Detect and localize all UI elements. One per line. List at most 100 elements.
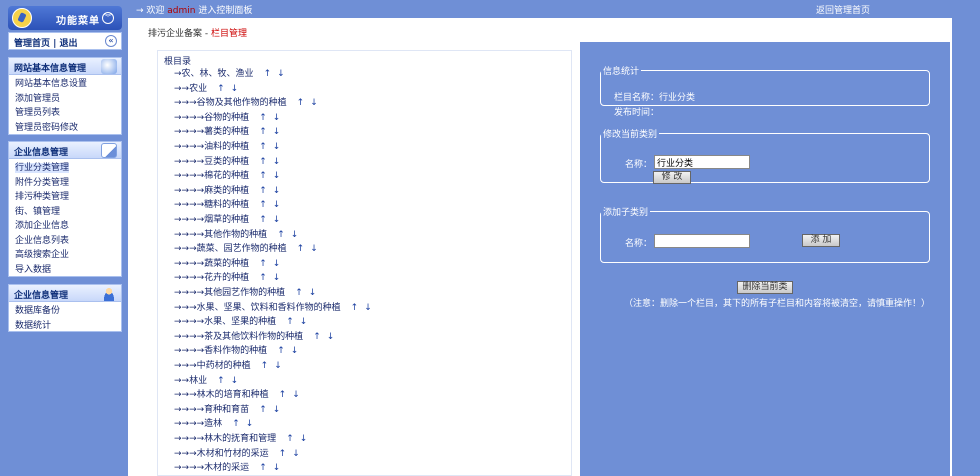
collapse-icon[interactable]: «	[105, 35, 117, 47]
back-home-link[interactable]: 返回管理首页	[816, 3, 870, 16]
tree-row-label[interactable]: 糖料的种植	[204, 200, 249, 210]
move-up-icon[interactable]: ↑	[259, 113, 269, 123]
modify-button[interactable]: 修 改	[653, 171, 691, 184]
tree-row-label[interactable]: 林木的培育和种植	[197, 390, 269, 400]
tree-row-label[interactable]: 薯类的种植	[204, 127, 249, 137]
sidebar-item-add-enterprise[interactable]: 添加企业信息	[15, 219, 121, 234]
move-down-icon[interactable]: ↓	[364, 303, 374, 313]
move-down-icon[interactable]: ↓	[300, 317, 310, 327]
move-up-icon[interactable]: ↑	[259, 273, 269, 283]
sidebar-item-statistics[interactable]: 数据统计	[15, 319, 121, 334]
move-down-icon[interactable]: ↓	[277, 69, 287, 79]
move-down-icon[interactable]: ↓	[273, 142, 283, 152]
sidebar-item-admin-list[interactable]: 管理员列表	[15, 106, 121, 121]
move-up-icon[interactable]: ↑	[259, 127, 269, 137]
tree-row-label[interactable]: 棉花的种植	[204, 171, 249, 181]
tree-row-label[interactable]: 农业	[189, 84, 207, 94]
tree-row-label[interactable]: 造林	[204, 419, 222, 429]
move-up-icon[interactable]: ↑	[259, 215, 269, 225]
tree-row-label[interactable]: 花卉的种植	[204, 273, 249, 283]
tree-row-label[interactable]: 油料的种植	[204, 142, 249, 152]
tree-row-label[interactable]: 木材的采运	[204, 463, 249, 473]
sidebar-item-site-settings[interactable]: 网站基本信息设置	[15, 77, 121, 92]
move-up-icon[interactable]: ↑	[297, 244, 307, 254]
move-down-icon[interactable]: ↓	[292, 449, 302, 459]
move-down-icon[interactable]: ↓	[310, 244, 320, 254]
control-panel-link[interactable]: 进入控制面板	[198, 6, 252, 16]
manager-links[interactable]: 管理首页 | 退出	[14, 39, 78, 49]
tree-row-label[interactable]: 中药材的种植	[197, 361, 251, 371]
tree-row-label[interactable]: 林业	[189, 376, 207, 386]
move-down-icon[interactable]: ↓	[273, 113, 283, 123]
move-down-icon[interactable]: ↓	[231, 376, 241, 386]
move-up-icon[interactable]: ↑	[217, 376, 227, 386]
move-down-icon[interactable]: ↓	[273, 157, 283, 167]
sidebar-item-enterprise-list[interactable]: 企业信息列表	[15, 234, 121, 249]
move-down-icon[interactable]: ↓	[309, 288, 319, 298]
move-down-icon[interactable]: ↓	[274, 361, 284, 371]
sidebar-item-street-town[interactable]: 街、镇管理	[15, 205, 121, 220]
move-up-icon[interactable]: ↑	[286, 434, 296, 444]
move-up-icon[interactable]: ↑	[259, 171, 269, 181]
move-up-icon[interactable]: ↑	[259, 157, 269, 167]
move-up-icon[interactable]: ↑	[351, 303, 361, 313]
move-down-icon[interactable]: ↓	[300, 434, 310, 444]
move-up-icon[interactable]: ↑	[259, 186, 269, 196]
move-down-icon[interactable]: ↓	[273, 127, 283, 137]
tree-row-label[interactable]: 蔬菜的种植	[204, 259, 249, 269]
tree-row-label[interactable]: 豆类的种植	[204, 157, 249, 167]
sidebar-item-db-backup[interactable]: 数据库备份	[15, 304, 121, 319]
move-down-icon[interactable]: ↓	[291, 346, 301, 356]
move-up-icon[interactable]: ↑	[277, 230, 287, 240]
move-up-icon[interactable]: ↑	[261, 361, 271, 371]
sidebar-item-add-admin[interactable]: 添加管理员	[15, 92, 121, 107]
move-down-icon[interactable]: ↓	[273, 215, 283, 225]
menu-header[interactable]: 功能菜单 ︾	[8, 6, 122, 30]
tree-row-label[interactable]: 其他园艺作物的种植	[204, 288, 285, 298]
move-down-icon[interactable]: ↓	[273, 405, 283, 415]
tree-row-label[interactable]: 麻类的种植	[204, 186, 249, 196]
tree-row-label[interactable]: 水果、坚果的种植	[204, 317, 276, 327]
move-down-icon[interactable]: ↓	[292, 390, 302, 400]
move-down-icon[interactable]: ↓	[246, 419, 256, 429]
sidebar-item-import-data[interactable]: 导入数据	[15, 263, 121, 278]
tree-row-label[interactable]: 茶及其他饮料作物的种植	[204, 332, 303, 342]
move-up-icon[interactable]: ↑	[297, 98, 307, 108]
sidebar-item-admin-password[interactable]: 管理员密码修改	[15, 121, 121, 136]
move-up-icon[interactable]: ↑	[264, 69, 274, 79]
move-down-icon[interactable]: ↓	[273, 273, 283, 283]
move-up-icon[interactable]: ↑	[277, 346, 287, 356]
tree-row-label[interactable]: 蔬菜、园艺作物的种植	[197, 244, 287, 254]
move-up-icon[interactable]: ↑	[259, 200, 269, 210]
tree-row-label[interactable]: 谷物及其他作物的种植	[197, 98, 287, 108]
move-up-icon[interactable]: ↑	[313, 332, 323, 342]
move-up-icon[interactable]: ↑	[259, 463, 269, 473]
move-up-icon[interactable]: ↑	[279, 390, 289, 400]
move-up-icon[interactable]: ↑	[279, 449, 289, 459]
tree-row-label[interactable]: 其他作物的种植	[204, 230, 267, 240]
edit-name-input[interactable]	[654, 155, 750, 169]
add-button[interactable]: 添 加	[802, 234, 840, 247]
move-up-icon[interactable]: ↑	[259, 142, 269, 152]
delete-category-button[interactable]: 删除当前类	[737, 281, 793, 294]
move-down-icon[interactable]: ↓	[273, 259, 283, 269]
tree-row-label[interactable]: 烟草的种植	[204, 215, 249, 225]
move-up-icon[interactable]: ↑	[286, 317, 296, 327]
tree-row-label[interactable]: 木材和竹材的采运	[197, 449, 269, 459]
tree-row-label[interactable]: 农、林、牧、渔业	[182, 69, 254, 79]
move-up-icon[interactable]: ↑	[259, 259, 269, 269]
sidebar-item-pollution-type[interactable]: 排污种类管理	[15, 190, 121, 205]
tree-row-label[interactable]: 谷物的种植	[204, 113, 249, 123]
move-down-icon[interactable]: ↓	[273, 200, 283, 210]
tree-row-label[interactable]: 香料作物的种植	[204, 346, 267, 356]
sidebar-item-industry-category[interactable]: 行业分类管理	[15, 161, 121, 176]
sidebar-item-advanced-search[interactable]: 高级搜索企业	[15, 248, 121, 263]
tree-row-label[interactable]: 林木的抚育和管理	[204, 434, 276, 444]
move-up-icon[interactable]: ↑	[217, 84, 227, 94]
tree-row-label[interactable]: 水果、坚果、饮料和香料作物的种植	[197, 303, 341, 313]
add-name-input[interactable]	[654, 234, 750, 248]
move-down-icon[interactable]: ↓	[291, 230, 301, 240]
move-down-icon[interactable]: ↓	[273, 171, 283, 181]
tree-row-label[interactable]: 育种和育苗	[204, 405, 249, 415]
chevron-down-icon[interactable]: ︾	[102, 12, 114, 24]
